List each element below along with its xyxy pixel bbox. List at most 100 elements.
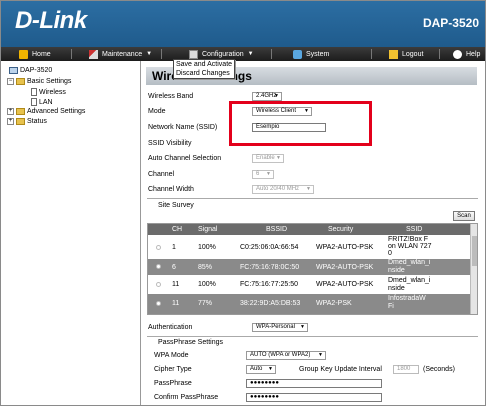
chevron-down-icon: ▼ bbox=[274, 93, 279, 99]
menu-home-label: Home bbox=[32, 50, 51, 58]
page-icon bbox=[31, 88, 37, 96]
configuration-icon bbox=[189, 49, 198, 59]
menu-logout[interactable]: Logout bbox=[389, 47, 423, 61]
table-header: CH Signal BSSID Security SSID bbox=[148, 224, 472, 235]
row-ch: 1 bbox=[172, 244, 176, 251]
channel-value: 6 bbox=[256, 171, 260, 177]
row-bssid: FC:75:16:77:25:50 bbox=[240, 281, 298, 288]
row-ssid-line1: InfostradaW bbox=[388, 295, 426, 302]
col-bssid: BSSID bbox=[266, 226, 288, 233]
channel-label: Channel bbox=[148, 171, 175, 178]
col-ch: CH bbox=[172, 226, 183, 233]
authentication-select[interactable]: WPA-Personal ▼ bbox=[252, 323, 308, 332]
confirm-passphrase-input[interactable]: ●●●●●●●● bbox=[246, 393, 382, 402]
section-divider bbox=[147, 336, 478, 337]
menu-bar: Home Maintenance ▼ Configuration ▼ Syste… bbox=[1, 47, 485, 61]
expand-icon: + bbox=[7, 108, 14, 115]
table-row[interactable]: 11 77% 38:22:9D:A5:DB:53 WPA2-PSK Infost… bbox=[148, 294, 472, 314]
tree-lan-label: LAN bbox=[39, 98, 53, 106]
folder-icon bbox=[16, 108, 25, 115]
authentication-value: WPA-Personal bbox=[256, 324, 295, 330]
tree-wireless[interactable]: Wireless bbox=[31, 88, 66, 96]
band-select[interactable]: 2.4GHz ▼ bbox=[252, 92, 282, 101]
tree-status[interactable]: + Status bbox=[7, 118, 47, 125]
dropdown-discard-changes[interactable]: Discard Changes bbox=[174, 69, 234, 78]
tree-lan[interactable]: LAN bbox=[31, 98, 53, 106]
wpa-mode-label: WPA Mode bbox=[154, 352, 189, 359]
row-signal: 77% bbox=[198, 300, 213, 307]
menu-maintenance-label: Maintenance bbox=[102, 50, 143, 58]
chevron-down-icon: ▼ bbox=[266, 171, 271, 177]
folder-icon bbox=[16, 118, 25, 125]
cipher-type-label: Cipher Type bbox=[154, 366, 192, 373]
tree-advanced-label: Advanced Settings bbox=[27, 108, 86, 115]
menu-system[interactable]: System bbox=[293, 47, 329, 61]
menu-maintenance[interactable]: Maintenance ▼ bbox=[89, 47, 152, 61]
header-bar: D-Link DAP-3520 bbox=[1, 1, 485, 47]
table-scrollbar[interactable] bbox=[470, 224, 477, 314]
row-bssid: 38:22:9D:A5:DB:53 bbox=[240, 300, 301, 307]
table-row[interactable]: 1 100% C0:25:06:0A:66:54 WPA2-AUTO-PSK F… bbox=[148, 236, 472, 258]
site-survey-label: Site Survey bbox=[158, 202, 194, 209]
row-ssid-line2: nside bbox=[388, 285, 405, 292]
channel-width-label: Channel Width bbox=[148, 186, 194, 193]
channel-select[interactable]: 6 ▼ bbox=[252, 170, 274, 179]
wpa-mode-select[interactable]: AUTO (WPA or WPA2) ▼ bbox=[246, 351, 326, 360]
col-signal: Signal bbox=[198, 226, 218, 233]
help-icon bbox=[453, 49, 462, 59]
passphrase-input[interactable]: ●●●●●●●● bbox=[246, 379, 382, 388]
chevron-down-icon: ▼ bbox=[247, 51, 254, 57]
authentication-label: Authentication bbox=[148, 324, 193, 331]
scrollbar-thumb[interactable] bbox=[472, 236, 477, 266]
row-radio[interactable] bbox=[156, 282, 161, 287]
menu-home[interactable]: Home bbox=[19, 47, 51, 61]
channel-width-value: Auto 20/40 MHz bbox=[256, 186, 300, 192]
menu-help-label: Help bbox=[466, 50, 481, 58]
row-signal: 100% bbox=[198, 244, 216, 251]
chevron-down-icon: ▼ bbox=[300, 324, 305, 330]
row-ch: 6 bbox=[172, 264, 176, 271]
app-window: D-Link DAP-3520 Home Maintenance ▼ Confi… bbox=[0, 0, 486, 406]
menu-logout-label: Logout bbox=[402, 50, 424, 58]
tree-basic-label: Basic Settings bbox=[27, 78, 72, 85]
tree-advanced-settings[interactable]: + Advanced Settings bbox=[7, 108, 85, 115]
table-row[interactable]: 6 85% FC:75:16:78:0C:50 WPA2-AUTO-PSK Dm… bbox=[148, 259, 472, 275]
tree-basic-settings[interactable]: − Basic Settings bbox=[7, 78, 71, 85]
row-radio[interactable] bbox=[156, 245, 161, 250]
channel-width-select[interactable]: Auto 20/40 MHz ▼ bbox=[252, 185, 314, 194]
row-ch: 11 bbox=[172, 300, 180, 307]
system-icon bbox=[293, 49, 302, 59]
menu-separator bbox=[71, 49, 72, 59]
row-ssid-line2: nside bbox=[388, 267, 405, 274]
group-key-interval-input[interactable]: 1800 bbox=[393, 365, 419, 374]
site-survey-table: CH Signal BSSID Security SSID 1 100% C0:… bbox=[147, 223, 478, 315]
row-bssid: C0:25:06:0A:66:54 bbox=[240, 244, 299, 251]
confirm-passphrase-label: Confirm PassPhrase bbox=[154, 394, 219, 401]
scan-button[interactable]: Scan bbox=[453, 211, 475, 221]
auto-channel-select[interactable]: Enable ▼ bbox=[252, 154, 284, 163]
tools-icon bbox=[89, 49, 98, 59]
row-radio[interactable] bbox=[156, 301, 161, 306]
chevron-down-icon: ▼ bbox=[146, 51, 153, 57]
tree-root-label: DAP-3520 bbox=[20, 67, 53, 74]
section-divider bbox=[147, 198, 478, 199]
tree-root[interactable]: DAP-3520 bbox=[9, 67, 52, 74]
row-ssid-line2: on WLAN 727 bbox=[388, 243, 432, 250]
tree-status-label: Status bbox=[27, 118, 47, 125]
row-radio[interactable] bbox=[156, 264, 161, 269]
col-ssid: SSID bbox=[406, 226, 423, 233]
passphrase-label: PassPhrase bbox=[154, 380, 192, 387]
menu-help[interactable]: Help bbox=[453, 47, 480, 61]
table-row[interactable]: 11 100% FC:75:16:77:25:50 WPA2-AUTO-PSK … bbox=[148, 276, 472, 293]
menu-system-label: System bbox=[306, 50, 330, 58]
band-label: Wireless Band bbox=[148, 93, 194, 100]
model-name: DAP-3520 bbox=[422, 16, 479, 30]
passphrase-section-label: PassPhrase Settings bbox=[158, 339, 223, 346]
menu-separator bbox=[439, 49, 440, 59]
folder-icon bbox=[16, 78, 25, 85]
row-security: WPA2-AUTO-PSK bbox=[316, 244, 374, 251]
chevron-down-icon: ▼ bbox=[276, 155, 281, 161]
dropdown-save-activate[interactable]: Save and Activate bbox=[174, 60, 234, 69]
cipher-type-select[interactable]: Auto ▼ bbox=[246, 365, 276, 374]
row-ssid-line1: Dmed_wlan_i bbox=[388, 259, 431, 266]
